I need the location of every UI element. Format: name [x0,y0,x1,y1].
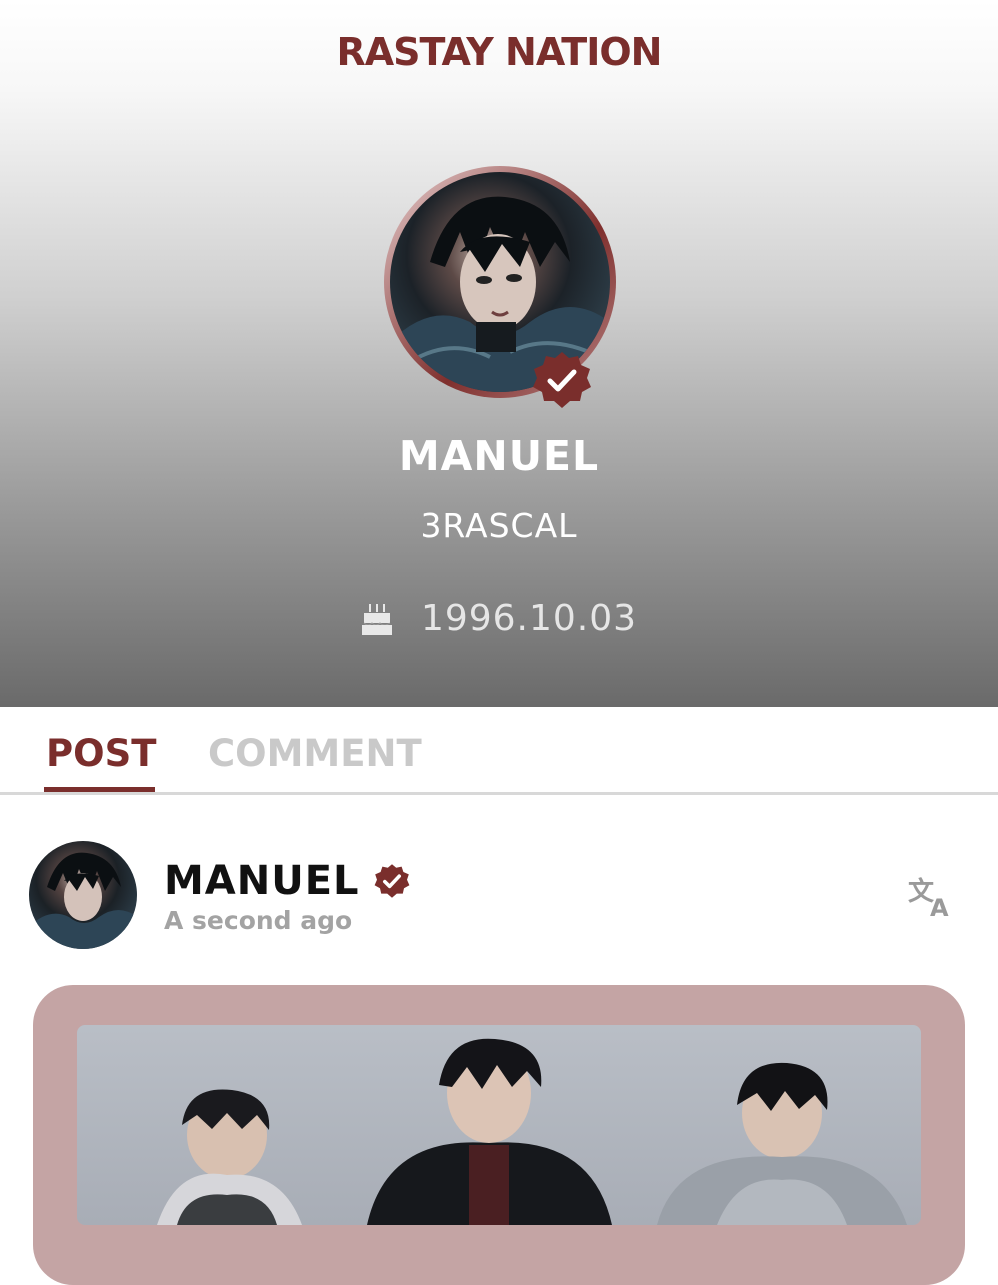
post-author-name[interactable]: MANUEL [164,858,360,904]
birthday-row: 1996.10.03 [0,598,998,639]
verified-badge-icon [533,352,591,408]
translate-icon[interactable]: 文 A [906,874,954,918]
post-timestamp: A second ago [164,906,353,935]
profile-name: MANUEL [398,432,600,480]
profile-group: 3RASCAL [420,506,578,545]
tab-comment[interactable]: COMMENT [208,732,422,775]
post-image[interactable] [77,1025,921,1225]
brand-title: RASTAY NATION [336,30,663,74]
cake-icon [361,603,392,635]
verified-badge-icon [374,864,409,898]
tab-post[interactable]: POST [46,732,156,775]
birthday-text: 1996.10.03 [420,598,638,639]
post-author-row: MANUEL [164,858,410,904]
tab-bar: POST COMMENT [0,707,998,795]
post-author-avatar[interactable] [29,841,137,949]
svg-text:A: A [930,894,949,918]
active-tab-indicator [44,787,155,792]
profile-header: RASTAY NATION MANUEL 3RASCAL 1996.10.03 [0,0,998,707]
